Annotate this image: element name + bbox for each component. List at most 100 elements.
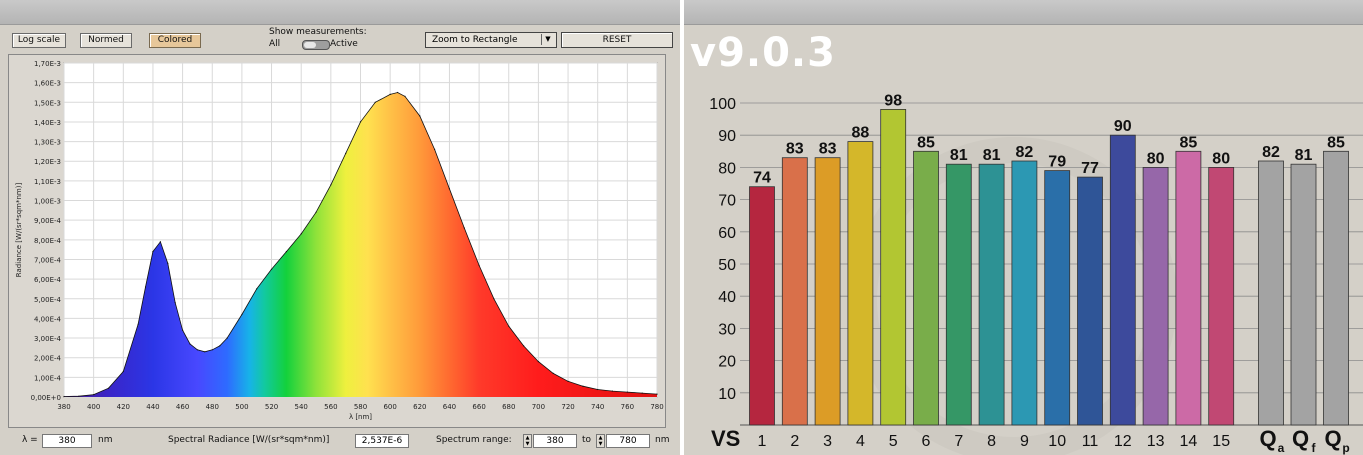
range-to-spinner[interactable]: ▲ ▼	[596, 434, 605, 448]
category-label: 8	[987, 433, 996, 450]
spectrum-point	[285, 251, 287, 253]
bar	[1077, 176, 1103, 426]
x-tick-label: 680	[502, 403, 515, 411]
category-label: 11	[1082, 433, 1099, 450]
bar	[1011, 160, 1038, 426]
y-tick-label: 80	[718, 160, 736, 177]
y-tick-label: 1,40E-3	[34, 119, 61, 127]
range-to-label: to	[582, 435, 592, 445]
spectrum-point	[397, 91, 399, 94]
bar-value-label: 81	[950, 147, 968, 164]
category-label: Q	[1259, 426, 1276, 451]
category-label: 3	[823, 433, 832, 450]
spectrum-point	[493, 298, 495, 300]
bar-value-label: 74	[753, 170, 771, 187]
bar	[814, 157, 841, 426]
category-label: 7	[954, 433, 963, 450]
y-tick-label: 50	[718, 257, 736, 274]
category-label: 2	[790, 433, 799, 450]
spectrum-point	[419, 115, 421, 117]
category-label: 1	[758, 433, 767, 450]
bar	[1142, 166, 1169, 426]
category-label: 4	[856, 433, 865, 450]
category-label: Q	[1324, 426, 1341, 451]
spectrum-point	[315, 211, 317, 213]
bar-value-label: 90	[1114, 118, 1132, 135]
bar	[847, 141, 874, 426]
spectrum-point	[300, 233, 302, 235]
reset-button[interactable]: RESET	[561, 32, 673, 48]
spectrum-point	[434, 148, 436, 150]
vs-label: VS	[711, 426, 740, 451]
x-tick-label: 460	[176, 403, 189, 411]
y-tick-label: 6,00E-4	[34, 276, 62, 284]
x-tick-label: 420	[117, 403, 130, 411]
radiance-label: Spectral Radiance [W/(sr*sqm*nm)]	[168, 435, 330, 445]
spectrum-chart: 0,00E+0 1,00E-4 2,00E-4 3,00E-4 4,00E-4 5,00E…	[15, 60, 664, 421]
y-tick-label: 1,30E-3	[34, 139, 61, 147]
x-tick-label: 560	[324, 403, 337, 411]
measurements-toggle[interactable]	[302, 40, 330, 50]
spectrum-point	[93, 394, 95, 396]
y-tick-label: 30	[718, 321, 736, 338]
spectrum-point	[404, 95, 406, 97]
spectrum-panel: Log scale Normed Colored Show measuremen…	[0, 0, 680, 455]
lambda-unit: nm	[98, 435, 113, 445]
spectrum-point	[122, 370, 124, 373]
lambda-input[interactable]: 380	[42, 434, 92, 448]
color-rendering-panel: v9.0.3 10 20 30 40 50 60 70 80 90 100 VS 74 1 83 2 83 3 8…	[684, 0, 1363, 455]
bar	[913, 150, 939, 426]
y-tick-label: 1,20E-3	[34, 158, 61, 166]
x-tick-label: 740	[591, 403, 604, 411]
y-tick-label: 90	[718, 128, 736, 145]
y-tick-label: 1,70E-3	[34, 60, 61, 68]
spectrum-range-label: Spectrum range:	[436, 435, 512, 445]
range-from-spinner[interactable]: ▲ ▼	[523, 434, 532, 448]
spectrum-point	[152, 251, 154, 253]
range-from-input[interactable]: 380	[533, 434, 577, 448]
bar	[1044, 170, 1071, 426]
y-tick-label: 2,00E-4	[34, 355, 62, 363]
y-tick-label: 8,00E-4	[34, 237, 62, 245]
radiance-value-field: 2,537E-6	[355, 434, 409, 448]
y-tick-label: 1,10E-3	[34, 178, 61, 186]
bar-value-label: 85	[1180, 134, 1198, 151]
category-label: 14	[1180, 433, 1198, 450]
colored-button[interactable]: Colored	[149, 33, 201, 48]
y-tick-label: 0,00E+0	[31, 394, 61, 402]
y-tick-label: 4,00E-4	[34, 315, 62, 323]
bar-value-label: 80	[1147, 150, 1165, 167]
spectrum-point	[656, 393, 658, 395]
x-tick-label: 640	[443, 403, 456, 411]
spectrum-point	[137, 323, 139, 325]
log-scale-button[interactable]: Log scale	[12, 33, 66, 48]
category-label: 5	[889, 433, 898, 450]
bar-value-label: 82	[1262, 144, 1280, 161]
y-tick-label: 1,00E-4	[34, 374, 62, 382]
bar-value-label: 85	[917, 134, 935, 151]
range-to-input[interactable]: 780	[606, 434, 650, 448]
y-tick-label: 1,60E-3	[34, 80, 61, 88]
y-tick-label: 1,50E-3	[34, 99, 61, 107]
y-tick-label: 40	[718, 289, 736, 306]
status-bar: λ = 380 nm Spectral Radiance [W/(sr*sqm*…	[0, 430, 680, 455]
normed-button[interactable]: Normed	[80, 33, 132, 48]
category-subscript: a	[1278, 441, 1285, 455]
bar	[945, 163, 972, 426]
spectrum-point	[189, 343, 191, 345]
bar-value-label: 83	[786, 141, 804, 158]
bar	[880, 109, 907, 426]
spectrum-point	[241, 313, 243, 316]
x-tick-label: 400	[87, 403, 100, 411]
chevron-down-icon[interactable]: ▼	[541, 34, 554, 45]
spectrum-point	[345, 152, 347, 154]
y-tick-label: 3,00E-4	[34, 335, 62, 343]
spectrum-plot-area[interactable]: 0,00E+0 1,00E-4 2,00E-4 3,00E-4 4,00E-4 5,00E…	[8, 54, 666, 428]
spectrum-point	[582, 385, 584, 387]
bar-value-label: 98	[884, 92, 902, 109]
x-tick-label: 660	[472, 403, 485, 411]
x-tick-label: 380	[57, 403, 70, 411]
x-tick-label: 500	[235, 403, 248, 411]
category-label: 9	[1020, 433, 1029, 450]
zoom-mode-select[interactable]: Zoom to Rectangle ▼	[425, 32, 557, 48]
